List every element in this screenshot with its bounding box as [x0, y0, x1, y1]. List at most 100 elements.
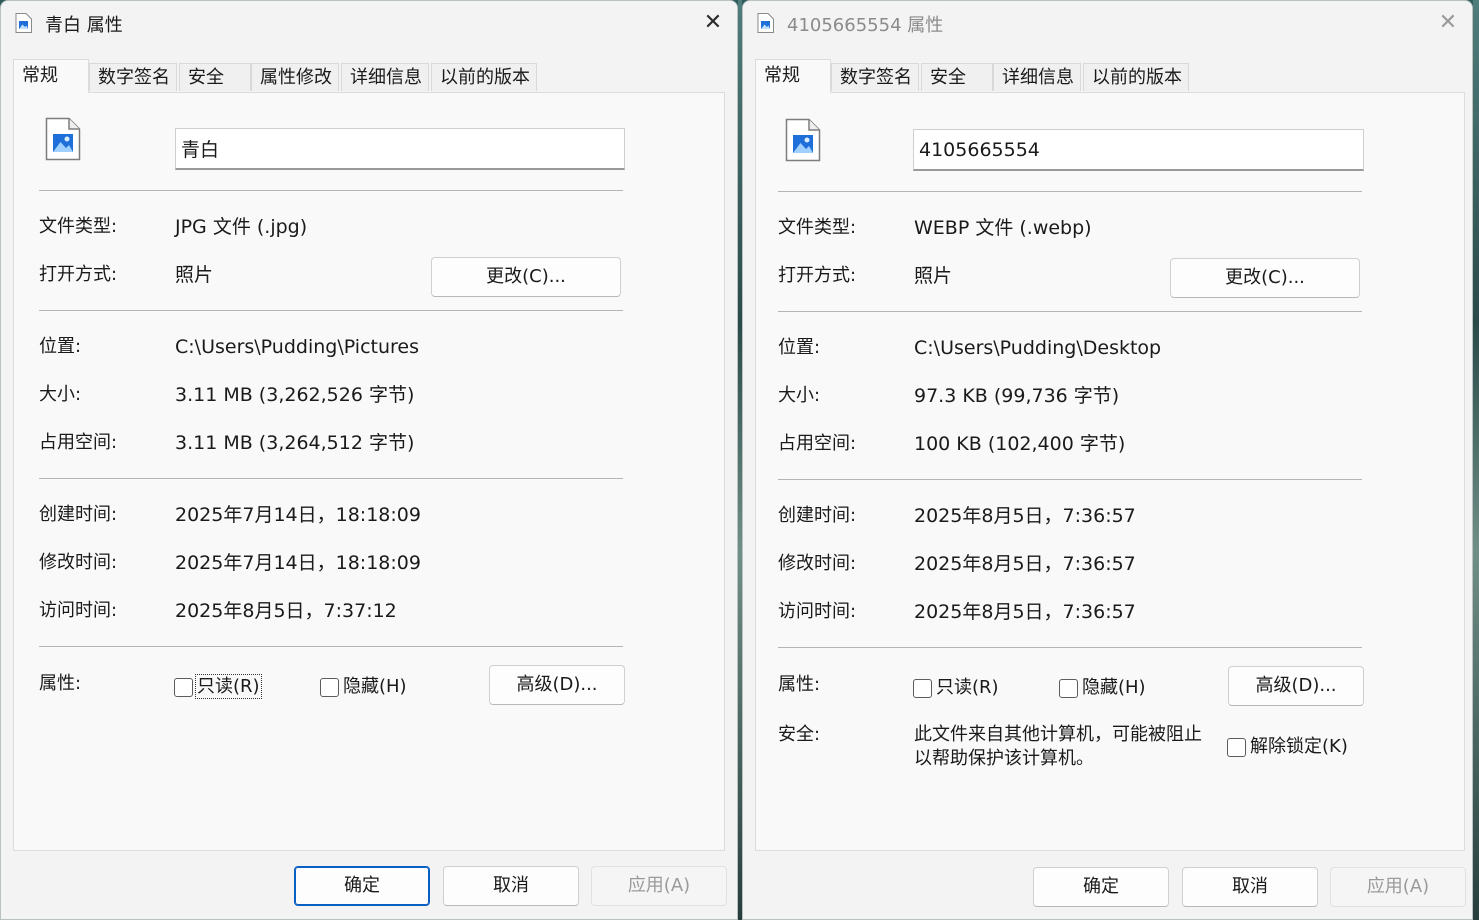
security-message-line2: 以帮助保护该计算机。 [914, 748, 1094, 769]
cancel-button[interactable]: 取消 [1182, 867, 1318, 907]
tab-digital-signatures[interactable]: 数字签名 [831, 63, 919, 91]
title-bar[interactable]: 青白 属性 ✕ [1, 1, 737, 45]
location-value: C:\Users\Pudding\Pictures [175, 336, 419, 358]
accessed-label: 访问时间: [39, 600, 118, 621]
tab-previous-versions[interactable]: 以前的版本 [431, 63, 537, 91]
size-value: 3.11 MB (3,262,526 字节) [175, 384, 415, 406]
divider [39, 190, 623, 191]
created-value: 2025年7月14日，18:18:09 [175, 504, 421, 526]
general-panel: 文件类型: JPG 文件 (.jpg) 打开方式: 照片 更改(C)... 位置… [13, 92, 725, 851]
hidden-checkbox[interactable]: 隐藏(H) [1059, 676, 1146, 700]
tab-digital-signatures[interactable]: 数字签名 [89, 63, 177, 91]
divider [778, 191, 1362, 192]
properties-dialog-right[interactable]: 4105665554 属性 ✕ 常规 数字签名 安全 详细信息 以前的版本 文件… [742, 0, 1473, 920]
open-with-label: 打开方式: [39, 264, 118, 285]
readonly-label: 只读(R) [936, 677, 999, 698]
image-file-icon [45, 117, 81, 161]
modified-label: 修改时间: [778, 553, 857, 574]
close-icon: ✕ [703, 10, 723, 35]
location-label: 位置: [39, 336, 82, 357]
change-button[interactable]: 更改(C)... [431, 257, 621, 297]
hidden-label: 隐藏(H) [1082, 677, 1146, 698]
attributes-label: 属性: [39, 673, 82, 694]
tab-details[interactable]: 详细信息 [341, 63, 429, 91]
apply-button[interactable]: 应用(A) [1330, 867, 1466, 907]
file-type-label: 文件类型: [778, 217, 857, 238]
size-value: 97.3 KB (99,736 字节) [914, 385, 1120, 407]
created-label: 创建时间: [39, 504, 118, 525]
file-name-input[interactable] [175, 128, 625, 170]
close-button[interactable]: ✕ [693, 5, 733, 41]
divider [778, 311, 1362, 312]
file-type-value: JPG 文件 (.jpg) [175, 216, 308, 238]
security-label: 安全: [778, 724, 821, 745]
close-icon: ✕ [1438, 10, 1458, 35]
created-value: 2025年8月5日，7:36:57 [914, 505, 1136, 527]
file-type-label: 文件类型: [39, 216, 118, 237]
unblock-checkbox[interactable]: 解除锁定(K) [1227, 735, 1348, 759]
checkbox-box[interactable] [1059, 678, 1078, 698]
modified-label: 修改时间: [39, 552, 118, 573]
image-file-icon [785, 118, 821, 162]
tab-security[interactable]: 安全 [921, 63, 993, 91]
checkbox-box[interactable] [1227, 737, 1246, 757]
change-button[interactable]: 更改(C)... [1170, 258, 1360, 298]
divider [778, 647, 1362, 648]
checkbox-box[interactable] [913, 678, 932, 698]
advanced-button[interactable]: 高级(D)... [489, 665, 625, 705]
tab-general[interactable]: 常规 [13, 59, 89, 93]
tab-previous-versions[interactable]: 以前的版本 [1083, 63, 1189, 91]
accessed-label: 访问时间: [778, 601, 857, 622]
cancel-button[interactable]: 取消 [443, 866, 579, 906]
window-title: 青白 属性 [45, 15, 123, 36]
size-label: 大小: [778, 385, 821, 406]
divider [778, 479, 1362, 480]
checkbox-box[interactable] [174, 677, 193, 697]
hidden-checkbox[interactable]: 隐藏(H) [320, 675, 407, 699]
readonly-checkbox[interactable]: 只读(R) [913, 676, 999, 700]
divider [39, 646, 623, 647]
attributes-label: 属性: [778, 674, 821, 695]
image-file-icon [15, 13, 32, 33]
properties-dialog-left[interactable]: 青白 属性 ✕ 常规 数字签名 安全 属性修改 详细信息 以前的版本 文件类型:… [0, 0, 738, 920]
divider [39, 478, 623, 479]
open-with-value: 照片 [175, 264, 214, 286]
modified-value: 2025年8月5日，7:36:57 [914, 553, 1136, 575]
general-panel: 文件类型: WEBP 文件 (.webp) 打开方式: 照片 更改(C)... … [755, 92, 1465, 851]
unblock-label: 解除锁定(K) [1250, 736, 1348, 757]
checkbox-box[interactable] [320, 677, 339, 697]
size-on-disk-value: 3.11 MB (3,264,512 字节) [175, 432, 415, 454]
accessed-value: 2025年8月5日，7:37:12 [175, 600, 397, 622]
file-name-input[interactable] [913, 129, 1364, 171]
ok-button[interactable]: 确定 [294, 866, 430, 906]
tab-details[interactable]: 详细信息 [993, 63, 1081, 91]
tab-security[interactable]: 安全 [179, 63, 251, 91]
size-on-disk-value: 100 KB (102,400 字节) [914, 433, 1126, 455]
open-with-label: 打开方式: [778, 265, 857, 286]
size-label: 大小: [39, 384, 82, 405]
security-message-line1: 此文件来自其他计算机，可能被阻止 [914, 724, 1202, 745]
divider [39, 310, 623, 311]
ok-button[interactable]: 确定 [1033, 867, 1169, 907]
title-bar[interactable]: 4105665554 属性 ✕ [743, 1, 1472, 45]
window-title: 4105665554 属性 [787, 15, 944, 36]
size-on-disk-label: 占用空间: [778, 433, 857, 454]
tab-general[interactable]: 常规 [755, 59, 831, 93]
modified-value: 2025年7月14日，18:18:09 [175, 552, 421, 574]
readonly-label: 只读(R) [195, 674, 262, 699]
accessed-value: 2025年8月5日，7:36:57 [914, 601, 1136, 623]
apply-button[interactable]: 应用(A) [591, 866, 727, 906]
image-file-icon [757, 13, 774, 33]
location-label: 位置: [778, 337, 821, 358]
file-type-value: WEBP 文件 (.webp) [914, 217, 1092, 239]
created-label: 创建时间: [778, 505, 857, 526]
advanced-button[interactable]: 高级(D)... [1228, 666, 1364, 706]
size-on-disk-label: 占用空间: [39, 432, 118, 453]
readonly-checkbox[interactable]: 只读(R) [174, 674, 262, 699]
hidden-label: 隐藏(H) [343, 676, 407, 697]
tab-attribute-modify[interactable]: 属性修改 [251, 63, 339, 91]
open-with-value: 照片 [914, 265, 953, 287]
desktop-edge [1473, 0, 1479, 920]
close-button[interactable]: ✕ [1428, 5, 1468, 41]
location-value: C:\Users\Pudding\Desktop [914, 337, 1162, 359]
